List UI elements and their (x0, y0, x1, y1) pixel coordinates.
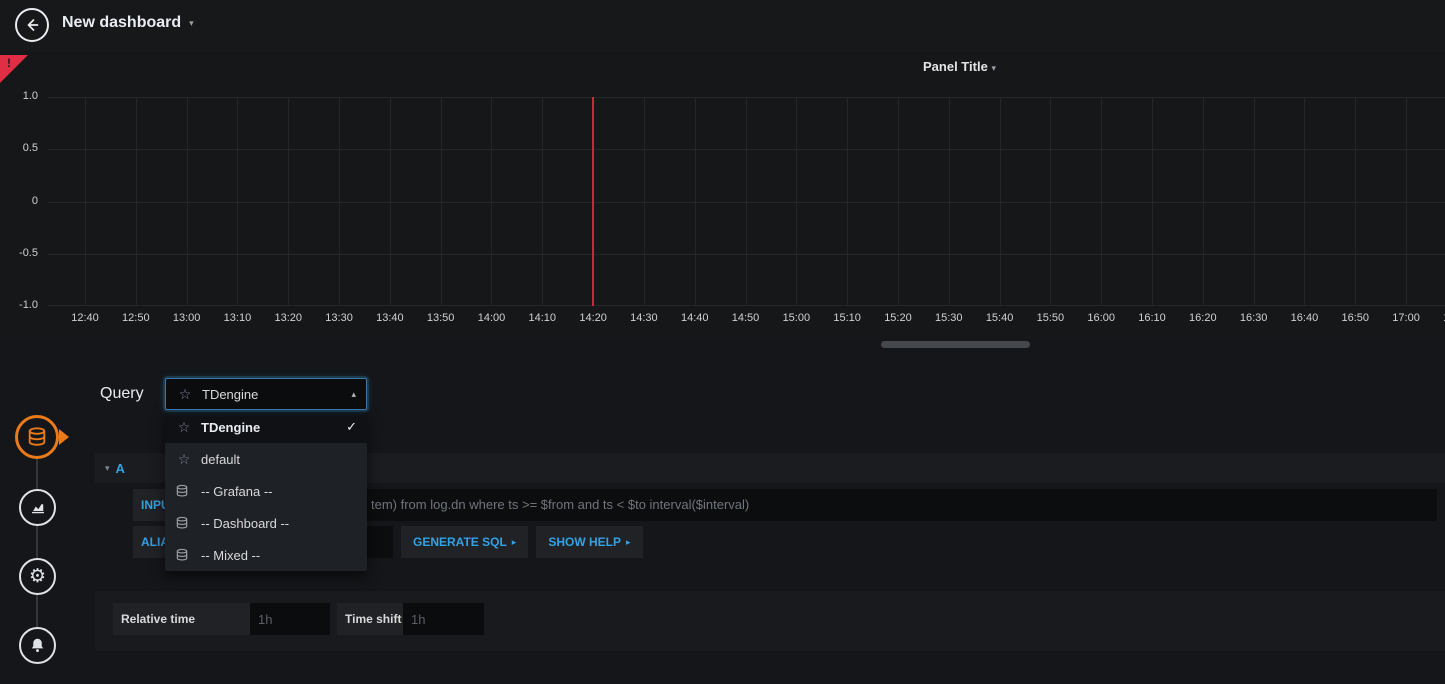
generate-sql-button[interactable]: GENERATE SQL ▸ (401, 526, 528, 558)
time-shift-input[interactable] (403, 603, 484, 635)
x-tick-label: 16:10 (1127, 312, 1177, 324)
x-tick-label: 17:00 (1381, 312, 1431, 324)
x-tick-label: 14:00 (466, 312, 516, 324)
x-tick-label: 12:50 (111, 312, 161, 324)
x-tick-label: 13:20 (263, 312, 313, 324)
gridline-horizontal (48, 254, 1445, 255)
time-shift-label: Time shift (337, 603, 403, 635)
menu-item-tdengine[interactable]: ☆ TDengine ✓ (165, 411, 367, 443)
database-icon (175, 484, 193, 498)
panel-error-mark: ! (7, 56, 11, 70)
relative-time-label: Relative time (113, 603, 250, 635)
bell-icon (29, 637, 46, 654)
chart-plot-area (48, 97, 1445, 306)
chevron-right-icon: ▸ (512, 537, 517, 548)
datasource-dropdown-menu: ☆ TDengine ✓ ☆ default -- Grafana -- (165, 411, 367, 571)
database-icon (175, 516, 193, 530)
sidebar-item-general[interactable]: ⚙ (19, 558, 56, 595)
dashboard-title: New dashboard (62, 14, 181, 32)
star-icon: ☆ (175, 419, 193, 436)
x-tick-label: 16:20 (1178, 312, 1228, 324)
chevron-up-icon: ▴ (351, 389, 356, 400)
x-tick-label: 13:00 (162, 312, 212, 324)
check-icon: ✓ (346, 419, 357, 435)
x-tick-label: 13:50 (416, 312, 466, 324)
y-tick-label: -1.0 (2, 299, 38, 311)
y-tick-label: 0.5 (2, 142, 38, 154)
x-tick-label: 13:30 (314, 312, 364, 324)
dashboard-title-menu[interactable]: New dashboard ▾ (62, 14, 194, 32)
star-icon: ☆ (175, 451, 193, 468)
x-axis-labels: 12:4012:5013:0013:1013:2013:3013:4013:50… (0, 312, 1445, 328)
chevron-right-icon: ▸ (626, 537, 631, 548)
x-tick-label: 14:40 (670, 312, 720, 324)
x-tick-label: 15:40 (975, 312, 1025, 324)
gridline-horizontal (48, 305, 1445, 306)
gridline-horizontal (48, 202, 1445, 203)
sql-query-input[interactable]: tem) from log.dn where ts >= $from and t… (210, 489, 1437, 521)
x-tick-label: 14:10 (517, 312, 567, 324)
x-tick-label: 15:20 (873, 312, 923, 324)
query-section-label: Query (100, 385, 144, 403)
chevron-down-icon: ▾ (189, 18, 194, 29)
menu-item-default[interactable]: ☆ default (165, 443, 367, 475)
sidebar-item-queries[interactable] (15, 415, 59, 459)
x-tick-label: 13:40 (365, 312, 415, 324)
grafana-screen: New dashboard ▾ ! Panel Title ▾ 1.0 0.5 0 -… (0, 0, 1445, 684)
x-tick-label: 14:20 (568, 312, 618, 324)
gridline-horizontal (48, 149, 1445, 150)
top-header: New dashboard ▾ (0, 0, 1445, 52)
datasource-selected-value: TDengine (202, 387, 343, 402)
database-icon (26, 426, 48, 448)
menu-item-grafana[interactable]: -- Grafana -- (165, 475, 367, 507)
x-tick-label: 12:40 (60, 312, 110, 324)
y-axis-labels: 1.0 0.5 0 -0.5 -1.0 (0, 0, 42, 340)
query-buttons: GENERATE SQL ▸ SHOW HELP ▸ (401, 526, 643, 558)
sidebar-item-visualization[interactable] (19, 489, 56, 526)
panel-title: Panel Title (923, 59, 988, 74)
datasource-picker[interactable]: ☆ TDengine ▴ (165, 378, 367, 410)
active-tab-pointer (59, 429, 69, 445)
menu-item-mixed[interactable]: -- Mixed -- (165, 539, 367, 571)
x-tick-label: 14:50 (721, 312, 771, 324)
relative-time-input[interactable] (250, 603, 330, 635)
x-tick-label: 14:30 (619, 312, 669, 324)
chart-icon (29, 499, 47, 517)
x-tick-label: 16:30 (1229, 312, 1279, 324)
menu-item-dashboard[interactable]: -- Dashboard -- (165, 507, 367, 539)
database-icon (175, 548, 193, 562)
x-tick-label: 13:10 (212, 312, 262, 324)
y-tick-label: 0 (2, 195, 38, 207)
x-tick-label: 15:50 (1025, 312, 1075, 324)
gridline-horizontal (48, 97, 1445, 98)
chevron-down-icon: ▾ (105, 463, 110, 474)
x-tick-label: 15:10 (822, 312, 872, 324)
y-tick-label: 1.0 (2, 90, 38, 102)
x-tick-label: 16:50 (1330, 312, 1380, 324)
x-tick-label: 17:10 (1432, 312, 1445, 324)
x-tick-label: 15:30 (924, 312, 974, 324)
x-tick-label: 16:00 (1076, 312, 1126, 324)
panel-title-menu[interactable]: Panel Title ▾ (877, 59, 1042, 74)
x-tick-label: 15:00 (771, 312, 821, 324)
sidebar-item-alert[interactable] (19, 627, 56, 664)
gear-icon: ⚙ (29, 567, 46, 586)
chevron-down-icon: ▾ (991, 63, 996, 73)
show-help-button[interactable]: SHOW HELP ▸ (536, 526, 642, 558)
y-tick-label: -0.5 (2, 247, 38, 259)
x-tick-label: 16:40 (1279, 312, 1329, 324)
horizontal-scrollbar[interactable] (881, 341, 1030, 348)
sidebar-rail-line (36, 437, 38, 647)
query-ref-id: A (116, 461, 125, 476)
current-time-marker (592, 97, 594, 306)
star-icon: ☆ (176, 386, 194, 403)
